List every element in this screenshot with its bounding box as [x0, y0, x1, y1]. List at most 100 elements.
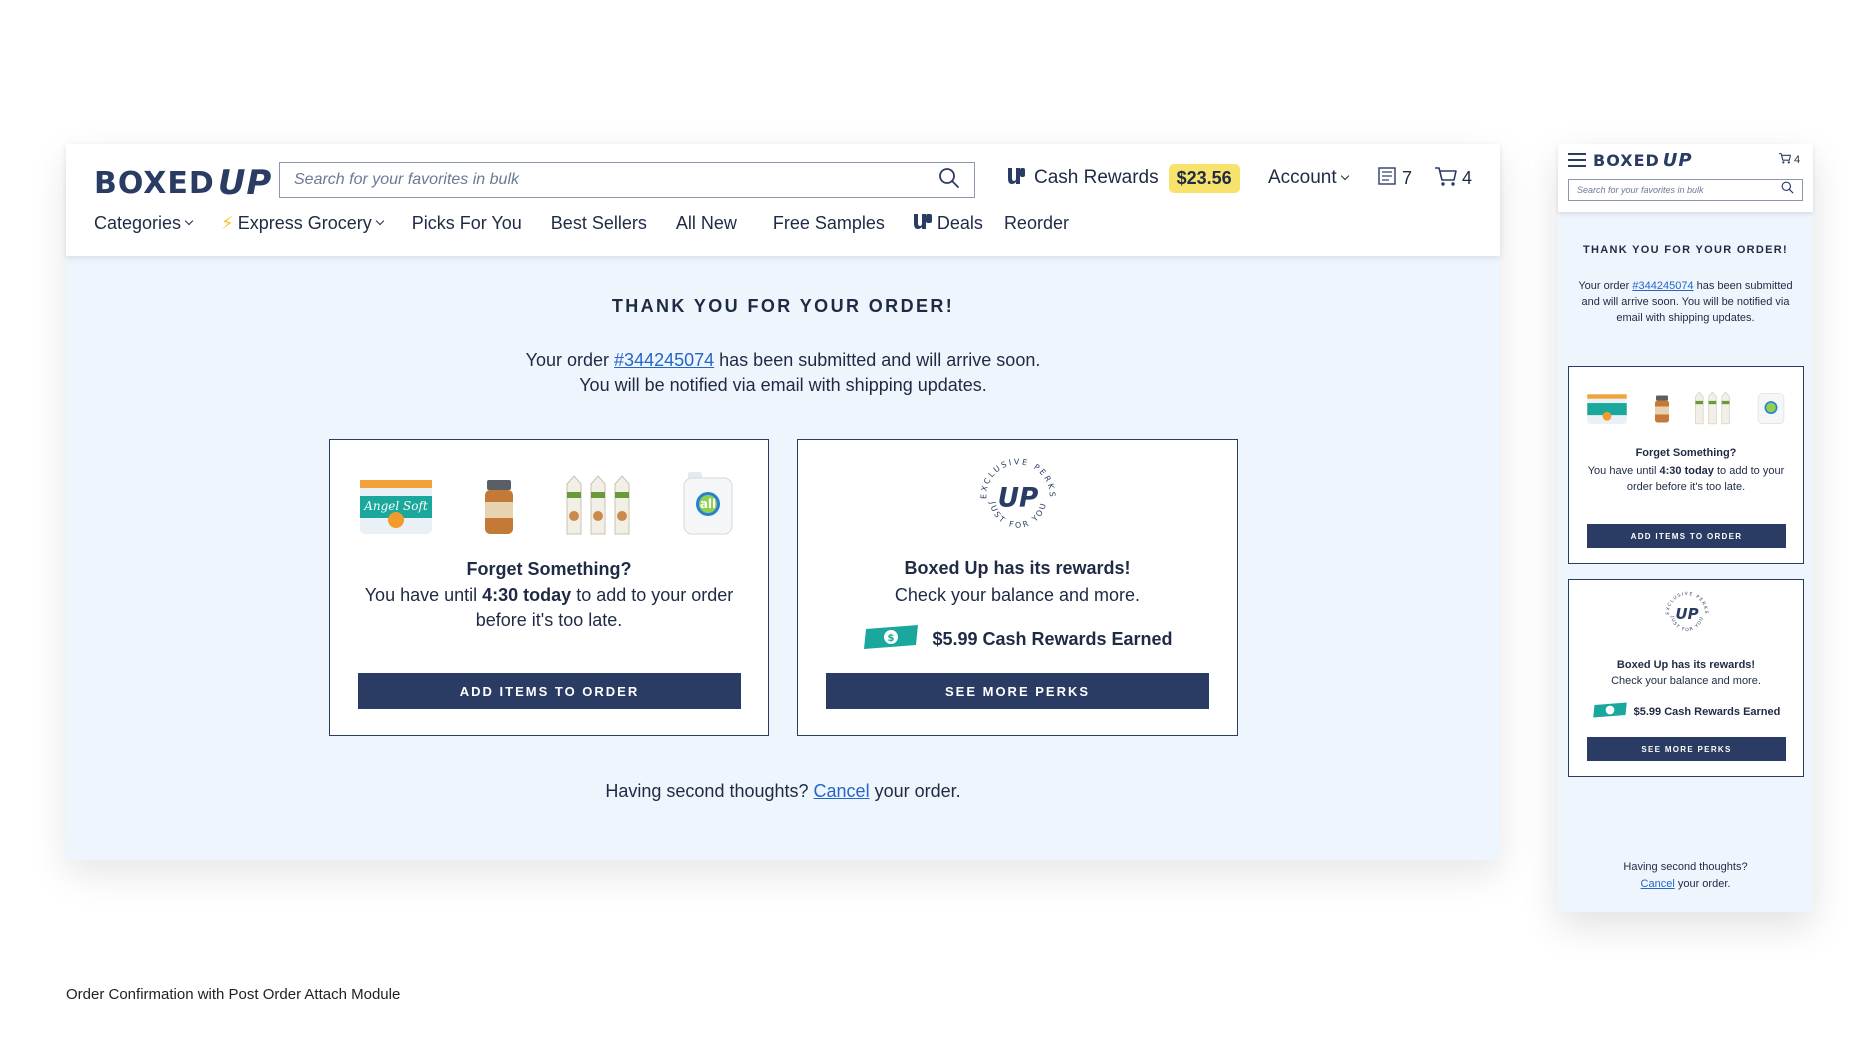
confirmation-content: THANK YOU FOR YOUR ORDER! Your order #34… [66, 256, 1500, 860]
nav-all-new[interactable]: All New [676, 213, 737, 234]
cart-link[interactable]: 4 [1778, 152, 1800, 167]
post-order-attach-card: Forget Something? You have until 4:30 to… [1568, 366, 1804, 564]
attach-heading: Forget Something? [1635, 447, 1737, 459]
hamburger-menu-icon[interactable] [1568, 153, 1586, 167]
up-logo-icon [1006, 164, 1026, 192]
account-label: Account [1268, 167, 1337, 188]
logo-up: UP [217, 163, 273, 203]
attach-deadline: 4:30 today [482, 585, 572, 605]
nav-all-new-label: All New [675, 212, 737, 233]
confirmation-title: THANK YOU FOR YOUR ORDER! [1582, 244, 1789, 256]
nav-categories-label: Categories [94, 212, 182, 233]
add-items-button[interactable]: ADD ITEMS TO ORDER [1587, 524, 1786, 548]
search-icon[interactable] [1781, 181, 1794, 199]
nav-free-samples[interactable]: Free Samples [773, 213, 885, 234]
nav-best-sellers-label: Best Sellers [550, 212, 647, 233]
chevron-down-icon [184, 216, 194, 226]
order-prefix: Your order [1578, 280, 1633, 292]
attach-text: You have until 4:30 today to add to your… [1569, 463, 1803, 495]
confirmation-message: Your order #344245074 has been submitted… [1576, 278, 1795, 326]
lightning-icon: ⚡ [221, 212, 234, 233]
search-input[interactable] [1577, 185, 1781, 195]
rewards-text: Check your balance and more. [894, 585, 1141, 605]
svg-text:$: $ [888, 633, 895, 644]
rewards-text: Check your balance and more. [1611, 675, 1761, 687]
site-header: BOXEDUP Cash Rewards $23.56 Account 7 [66, 144, 1500, 256]
peanut-butter-icon [485, 480, 514, 534]
email-note: You will be notified via email with ship… [579, 375, 987, 395]
cash-rewards-balance: $23.56 [1168, 163, 1240, 193]
orders-link[interactable]: 7 [1376, 166, 1412, 190]
main-nav: Categories ⚡ Express Grocery Picks For Y… [94, 206, 1098, 240]
cancel-note: Having second thoughts? Cancel your orde… [66, 781, 1500, 802]
toilet-paper-icon: Angel Soft [360, 480, 432, 534]
nav-reorder[interactable]: Reorder [1004, 213, 1069, 234]
confirmation-title: THANK YOU FOR YOUR ORDER! [611, 296, 955, 316]
milk-cartons-icon [1695, 391, 1731, 425]
attach-text: You have until 4:30 today to add to your… [330, 583, 768, 633]
attach-text-prefix: You have until [364, 585, 483, 605]
order-number-link[interactable]: #344245074 [1632, 280, 1693, 292]
cancel-link[interactable]: Cancel [1641, 878, 1675, 890]
nav-categories[interactable]: Categories [94, 212, 194, 234]
rewards-earned: $5.99 Cash Rewards Earned [1569, 701, 1803, 722]
nav-deals[interactable]: Deals [913, 211, 983, 236]
search-icon[interactable] [938, 167, 960, 194]
cart-icon [1434, 165, 1458, 192]
boxed-logo[interactable]: BOXED UP [1593, 149, 1693, 171]
cancel-note: Having second thoughts? Cancel your orde… [1558, 859, 1813, 893]
cancel-prefix: Having second thoughts? [1623, 861, 1748, 873]
cash-bill-icon: $ [862, 623, 920, 656]
attach-text-prefix: You have until [1587, 465, 1660, 477]
svg-text:Angel Soft: Angel Soft [363, 499, 428, 513]
rewards-card: EXCLUSIVE PERKS JUST FOR YOU UP Boxed Up… [797, 439, 1238, 736]
order-number-link[interactable]: #344245074 [614, 350, 714, 370]
rewards-card: EXCLUSIVE PERKS JUST FOR YOU UP Boxed Up… [1568, 579, 1804, 777]
cash-rewards[interactable]: Cash Rewards $23.56 [1006, 162, 1240, 194]
milk-cartons-icon [566, 475, 630, 535]
cancel-prefix: Having second thoughts? [605, 781, 814, 801]
post-order-attach-card: Angel Soft all Forget Something? You hav… [329, 439, 769, 736]
rewards-heading: Boxed Up has its rewards! [1616, 659, 1756, 671]
order-suffix: has been submitted and will arrive soon. [714, 350, 1041, 370]
attach-heading: Forget Something? [466, 559, 632, 579]
account-menu[interactable]: Account [1268, 166, 1349, 190]
see-more-perks-button[interactable]: SEE MORE PERKS [1587, 737, 1786, 761]
svg-text:UP: UP [998, 483, 1039, 514]
confirmation-message: Your order #344245074 has been submitted… [66, 348, 1500, 398]
mobile-view: BOXEDUP 4 THANK YOU FOR YOUR ORDER! Your… [1558, 144, 1813, 912]
product-images [1585, 389, 1785, 425]
rewards-earned: $ $5.99 Cash Rewards Earned [798, 623, 1237, 656]
svg-text:UP: UP [1675, 605, 1698, 623]
logo-up: UP [1662, 149, 1693, 171]
cart-link[interactable]: 4 [1434, 166, 1472, 190]
peanut-butter-icon [1654, 395, 1669, 423]
cancel-link[interactable]: Cancel [814, 781, 870, 801]
cash-rewards-label: Cash Rewards [1034, 167, 1159, 188]
cart-count: 4 [1794, 153, 1801, 166]
add-items-button[interactable]: ADD ITEMS TO ORDER [358, 673, 741, 709]
rewards-heading: Boxed Up has its rewards! [904, 558, 1131, 578]
rewards-earned-text: $5.99 Cash Rewards Earned [1633, 705, 1781, 718]
mobile-header: BOXED UP 4 [1558, 144, 1813, 212]
see-more-perks-button[interactable]: SEE MORE PERKS [826, 673, 1209, 709]
logo-text: BOXED [1593, 150, 1660, 170]
svg-text:all: all [700, 497, 716, 511]
search-bar [1568, 179, 1803, 201]
artboard-caption: Order Confirmation with Post Order Attac… [66, 986, 401, 1003]
nav-free-samples-label: Free Samples [772, 212, 885, 233]
boxed-logo[interactable]: BOXED UP [94, 162, 272, 204]
search-bar [279, 162, 975, 198]
toilet-paper-icon [1587, 394, 1627, 424]
nav-deals-label: Deals [936, 212, 983, 233]
search-input[interactable] [294, 171, 938, 189]
nav-express-grocery[interactable]: ⚡ Express Grocery [221, 212, 384, 234]
desktop-view: BOXEDUP Cash Rewards $23.56 Account 7 [66, 144, 1500, 860]
product-images: Angel Soft all [358, 464, 734, 536]
detergent-icon: all [683, 472, 733, 535]
cancel-suffix: your order. [1674, 878, 1731, 890]
rewards-earned-text: $5.99 Cash Rewards Earned [932, 629, 1173, 649]
nav-picks-for-you[interactable]: Picks For You [412, 213, 522, 234]
cash-bill-icon [1592, 701, 1628, 722]
nav-best-sellers[interactable]: Best Sellers [551, 213, 647, 234]
